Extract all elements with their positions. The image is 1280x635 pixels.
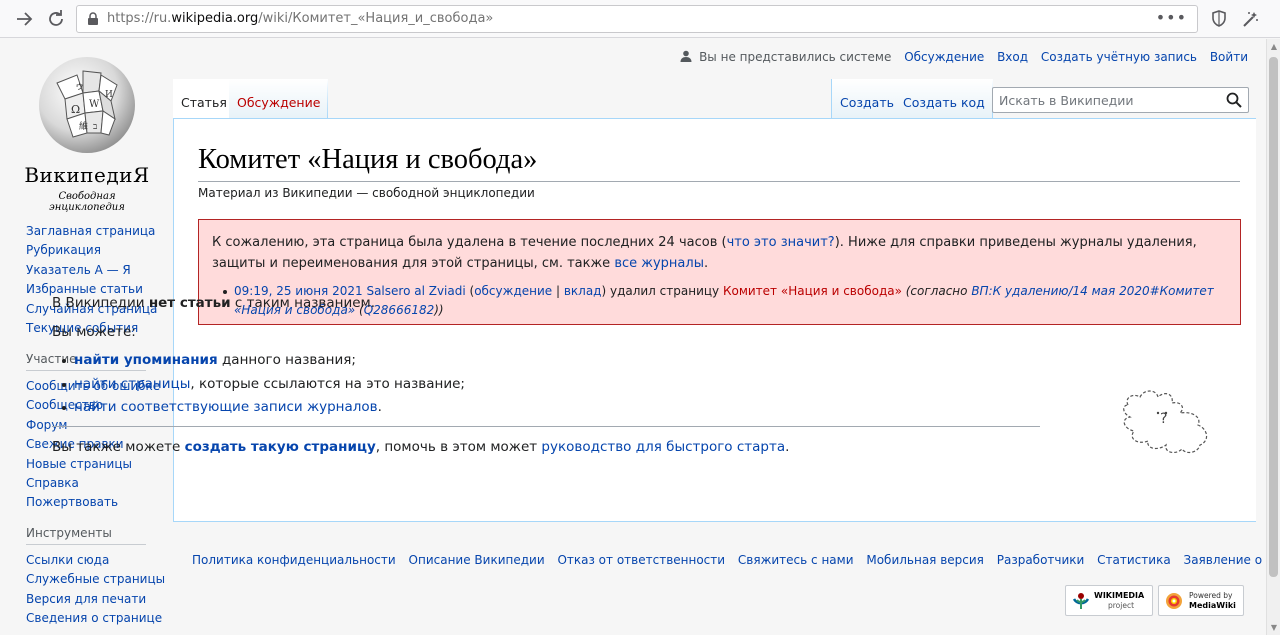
create-page-link[interactable]: создать такую страницу <box>185 439 376 455</box>
wikimedia-badge-title: WIKIMEDIA <box>1094 591 1145 600</box>
puzzle-piece-icon: ? <box>1123 390 1208 454</box>
svg-text:ゥ: ゥ <box>75 82 84 92</box>
svg-text:Ω: Ω <box>71 103 80 116</box>
sidebar-tools: Инструменты Ссылки сюда Служебные страни… <box>26 526 166 629</box>
mediawiki-flower-icon <box>1166 593 1182 609</box>
personal-talk-link[interactable]: Обсуждение <box>904 50 984 64</box>
wikipedia-globe-icon: Ω W ゥ И 維 ב <box>39 57 135 153</box>
no-article-notice: В Википедии нет статьи с таким названием… <box>52 293 1042 466</box>
anonymous-notice: Вы не представились системе <box>699 50 892 64</box>
shield-icon[interactable] <box>1207 7 1231 31</box>
all-logs-link[interactable]: все журналы <box>614 256 704 271</box>
user-icon <box>680 50 692 62</box>
find-mentions-link[interactable]: найти упоминания <box>74 352 218 368</box>
find-log-entries-link[interactable]: найти соответствующие записи журналов <box>74 399 378 415</box>
tagline: Свободная энциклопедия <box>49 191 125 213</box>
page-title: Комитет «Нация и свобода» <box>198 141 1240 183</box>
divider <box>52 425 1040 427</box>
sidebar-item-print-version[interactable]: Версия для печати <box>26 590 166 609</box>
option-item: найти страницы, которые ссылаются на это… <box>62 373 1042 397</box>
wikipedia-logo[interactable]: Ω W ゥ И 維 ב ВикипедиЯ Свободная энциклоп… <box>20 53 160 213</box>
tab-create-code[interactable]: Создать код <box>895 79 993 119</box>
wiki-page: Ω W ゥ И 維 ב ВикипедиЯ Свободная энциклоп… <box>0 39 1280 635</box>
search-input[interactable] <box>993 88 1213 112</box>
reload-icon[interactable] <box>44 7 68 31</box>
option-item: найти соответствующие записи журналов. <box>62 396 1042 420</box>
search-icon[interactable] <box>1226 92 1242 108</box>
footer-statistics-link[interactable]: Статистика <box>1097 553 1171 567</box>
personal-tools: Вы не представились системе Обсуждение В… <box>680 50 1248 64</box>
svg-text:維: 維 <box>79 120 88 132</box>
tab-create[interactable]: Создать <box>831 79 902 119</box>
browser-toolbar: https://ru.wikipedia.org/wiki/Комитет_«Н… <box>0 0 1280 38</box>
url-text[interactable]: https://ru.wikipedia.org/wiki/Комитет_«Н… <box>107 11 493 26</box>
search-box <box>992 87 1249 113</box>
sidebar-item-donate[interactable]: Пожертвовать <box>26 493 166 512</box>
footer-mobile-link[interactable]: Мобильная версия <box>866 553 984 567</box>
mediawiki-badge-line2: MediaWiki <box>1189 601 1236 610</box>
tab-create-code-label[interactable]: Создать код <box>903 95 985 110</box>
tab-article-label[interactable]: Статья <box>181 95 227 110</box>
scrollbar-thumb[interactable] <box>1269 57 1278 577</box>
options-list: найти упоминания данного названия; найти… <box>52 349 1042 420</box>
lock-icon[interactable] <box>86 12 100 26</box>
wikimedia-project-badge[interactable]: WIKIMEDIA project <box>1065 585 1153 616</box>
scroll-up-icon[interactable]: ▲ <box>1269 42 1279 51</box>
footer-contact-link[interactable]: Свяжитесь с нами <box>738 553 854 567</box>
sidebar-item-index[interactable]: Указатель А — Я <box>26 261 166 280</box>
forward-icon[interactable] <box>12 7 36 31</box>
svg-text:И: И <box>105 90 113 100</box>
tab-create-label[interactable]: Создать <box>840 95 894 110</box>
sidebar-item-special-pages[interactable]: Служебные страницы <box>26 570 166 589</box>
sidebar-item-categories[interactable]: Рубрикация <box>26 241 166 260</box>
tab-talk-label[interactable]: Обсуждение <box>237 95 320 110</box>
quick-start-guide-link[interactable]: руководство для быстрого старта <box>541 439 785 455</box>
find-linking-pages-link[interactable]: найти страницы <box>74 376 190 392</box>
site-subtitle: Материал из Википедии — свободной энцикл… <box>198 186 535 200</box>
svg-text:W: W <box>89 99 100 110</box>
option-item: найти упоминания данного названия; <box>62 349 1042 373</box>
wordmark: ВикипедиЯ <box>24 163 150 187</box>
tab-talk[interactable]: Обсуждение <box>229 79 328 119</box>
scroll-down-icon[interactable]: ▼ <box>1269 623 1279 632</box>
footer-disclaimer-link[interactable]: Отказ от ответственности <box>557 553 725 567</box>
mediawiki-badge-line1: Powered by <box>1189 591 1233 600</box>
what-does-this-mean-link[interactable]: что это значит? <box>727 235 835 250</box>
deletion-notice-text: К сожалению, эта страница была удалена в… <box>212 235 1197 271</box>
magic-wand-icon[interactable] <box>1238 7 1262 31</box>
footer-about-link[interactable]: Описание Википедии <box>409 553 545 567</box>
wikimedia-badge-subtitle: project <box>1108 601 1135 610</box>
svg-text:ב: ב <box>93 122 97 132</box>
sidebar-item-page-info[interactable]: Сведения о странице <box>26 609 166 628</box>
footer-developers-link[interactable]: Разработчики <box>997 553 1085 567</box>
you-can-line: Вы можете: <box>52 324 136 340</box>
url-bar[interactable]: https://ru.wikipedia.org/wiki/Комитет_«Н… <box>76 5 1198 33</box>
create-account-link[interactable]: Создать учётную запись <box>1041 50 1197 64</box>
wikimedia-icon <box>1072 593 1090 609</box>
login-link[interactable]: Войти <box>1210 50 1248 64</box>
scrollbar[interactable]: ▲ ▼ <box>1266 39 1280 635</box>
create-page-line: Вы также можете создать такую страницу, … <box>52 438 790 455</box>
no-article-line: В Википедии нет статьи с таким названием… <box>52 295 376 311</box>
footer-links: Политика конфиденциальности Описание Вик… <box>192 553 1280 567</box>
sidebar-item-main-page[interactable]: Заглавная страница <box>26 222 166 241</box>
sidebar-item-what-links-here[interactable]: Ссылки сюда <box>26 551 166 570</box>
tab-article[interactable]: Статья <box>173 79 235 119</box>
footer-privacy-link[interactable]: Политика конфиденциальности <box>192 553 396 567</box>
sidebar-heading-tools: Инструменты <box>26 526 146 545</box>
sidebar-item-help[interactable]: Справка <box>26 474 166 493</box>
page-actions-menu-button[interactable]: ••• <box>1156 8 1187 27</box>
personal-contributions-link[interactable]: Вход <box>997 50 1028 64</box>
powered-by-mediawiki-badge[interactable]: Powered by MediaWiki <box>1158 585 1244 616</box>
